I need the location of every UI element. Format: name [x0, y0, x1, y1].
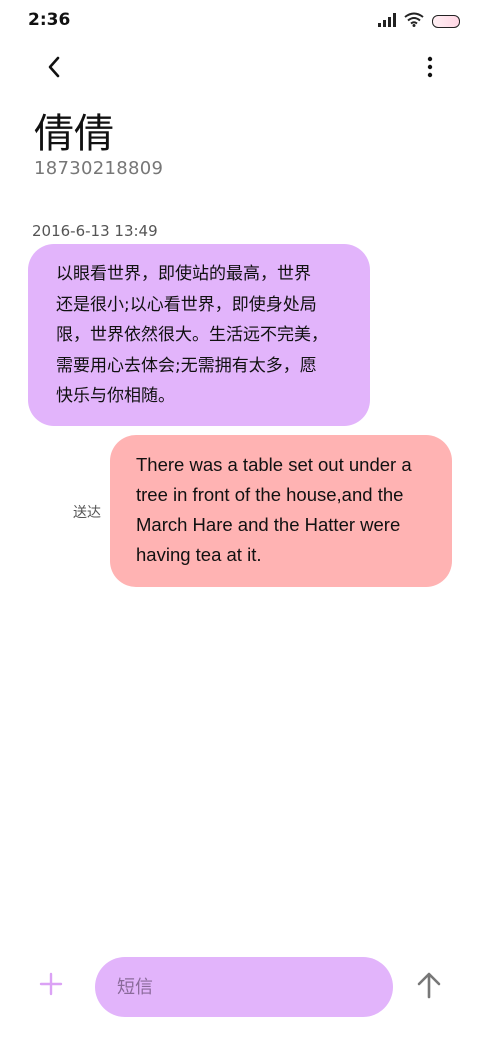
back-button[interactable] [34, 46, 74, 92]
status-bar: 2:36 [0, 0, 480, 44]
message-input[interactable] [95, 957, 393, 1017]
status-icons [378, 10, 460, 32]
status-time: 2:36 [28, 10, 71, 30]
signal-icon [378, 12, 396, 31]
sent-message-bubble[interactable]: There was a table set out under a tree i… [110, 435, 452, 587]
delivery-status: 送达 [73, 505, 101, 521]
arrow-up-icon [417, 971, 441, 1003]
add-attachment-button[interactable] [34, 969, 68, 1003]
battery-icon [432, 14, 460, 28]
chevron-left-icon [46, 55, 62, 83]
header-bar [0, 46, 480, 92]
sent-message-text: There was a table set out under a tree i… [136, 454, 412, 565]
contact-number[interactable]: 18730218809 [34, 158, 163, 179]
composer-bar [0, 955, 480, 1021]
contact-name: 倩倩 [34, 111, 114, 157]
more-options-button[interactable] [414, 46, 446, 92]
plus-icon [39, 972, 63, 1000]
received-message-text: 以眼看世界，即使站的最高，世界 还是很小;以心看世界，即使身处局 限，世界依然很… [56, 264, 328, 406]
send-button[interactable] [410, 967, 448, 1007]
more-vertical-icon [427, 56, 433, 82]
received-message-bubble[interactable]: 以眼看世界，即使站的最高，世界 还是很小;以心看世界，即使身处局 限，世界依然很… [28, 244, 370, 426]
message-timestamp: 2016-6-13 13:49 [32, 222, 158, 240]
wifi-icon [404, 12, 424, 31]
